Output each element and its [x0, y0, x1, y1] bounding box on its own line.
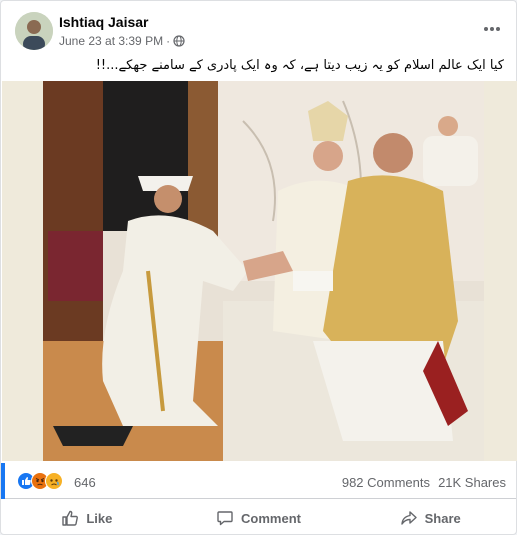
author-avatar[interactable] [15, 12, 53, 50]
post-photo[interactable] [43, 81, 484, 461]
thumbs-up-icon [62, 510, 79, 526]
reactions-bar: 646 982 Comments 21K Shares [1, 463, 516, 499]
author-name[interactable]: Ishtiaq Jaisar [59, 14, 149, 30]
active-accent-bar [1, 463, 5, 499]
share-label: Share [424, 510, 461, 526]
post-photo-frame[interactable] [2, 81, 517, 461]
post-timestamp[interactable]: June 23 at 3:39 PM [59, 34, 163, 48]
post-header: Ishtiaq Jaisar June 23 at 3:39 PM · [1, 1, 516, 57]
post-caption: کیا ایک عالم اسلام کو یہ زیب دیتا ہے، کہ… [95, 58, 504, 73]
globe-icon[interactable] [173, 35, 185, 47]
reaction-count[interactable]: 646 [74, 475, 96, 490]
comment-icon [217, 511, 233, 526]
comment-label: Comment [241, 510, 301, 526]
reaction-icons[interactable] [17, 472, 63, 490]
share-arrow-icon [400, 511, 417, 525]
comments-count[interactable]: 982 Comments [342, 475, 430, 490]
like-label: Like [86, 510, 113, 526]
shares-count[interactable]: 21K Shares [438, 475, 506, 490]
more-options-button[interactable] [478, 15, 506, 43]
like-button[interactable]: Like [1, 501, 173, 535]
share-button[interactable]: Share [344, 501, 516, 535]
more-dots-icon [484, 27, 500, 31]
meta-separator: · [166, 34, 171, 48]
post-card: Ishtiaq Jaisar June 23 at 3:39 PM · کیا … [0, 0, 517, 535]
post-meta: June 23 at 3:39 PM · [59, 34, 185, 48]
action-bar: Like Comment Share [1, 501, 516, 535]
comment-button[interactable]: Comment [173, 501, 345, 535]
sad-icon [45, 472, 63, 490]
